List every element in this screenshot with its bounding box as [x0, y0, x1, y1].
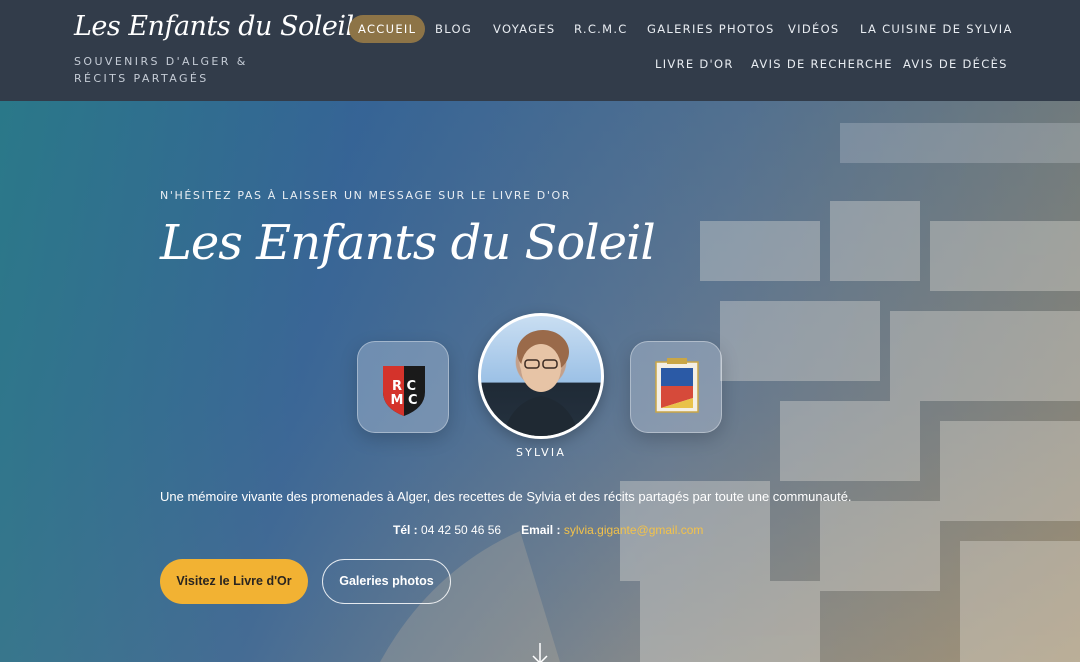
photo-galleries-button[interactable]: Galeries photos [322, 559, 451, 604]
email-link[interactable]: sylvia.gigante@gmail.com [564, 523, 704, 537]
hero-title: Les Enfants du Soleil [160, 215, 656, 271]
contact-line: Tél : 04 42 50 46 56 Email : sylvia.giga… [393, 523, 703, 537]
nav-item-cuisine-sylvia[interactable]: LA CUISINE DE SYLVIA [860, 15, 1013, 43]
avatar-sylvia [478, 313, 604, 439]
nav-item-galeries-photos[interactable]: GALERIES PHOTOS [647, 15, 775, 43]
site-tagline: SOUVENIRS D'ALGER & RÉCITS PARTAGÉS [74, 55, 248, 85]
tel-value[interactable]: 04 42 50 46 56 [421, 523, 501, 537]
hero-section: N'HÉSITEZ PAS À LAISSER UN MESSAGE SUR L… [0, 101, 1080, 662]
hero-pre-title: N'HÉSITEZ PAS À LAISSER UN MESSAGE SUR L… [160, 189, 571, 202]
nav-item-livre-dor[interactable]: LIVRE D'OR [655, 50, 734, 78]
avatar-label: SYLVIA [515, 446, 567, 459]
nav-item-voyages[interactable]: VOYAGES [493, 15, 555, 43]
portrait-icon [503, 330, 579, 436]
nav-item-avis-deces[interactable]: AVIS DE DÉCÈS [903, 50, 1008, 78]
coat-of-arms-badge-card[interactable] [630, 341, 722, 433]
nav-item-accueil[interactable]: ACCUEIL [349, 15, 426, 43]
rcmc-badge-card[interactable]: R C M C [357, 341, 449, 433]
arrow-down-icon[interactable] [530, 642, 550, 662]
nav-item-blog[interactable]: BLOG [435, 15, 472, 43]
coat-of-arms-icon [655, 358, 699, 413]
hero-intro-text: Une mémoire vivante des promenades à Alg… [160, 489, 852, 504]
site-header: Les Enfants du Soleil SOUVENIRS D'ALGER … [0, 0, 1080, 101]
nav-item-rcmc[interactable]: R.C.M.C [574, 15, 628, 43]
svg-text:R C: R C [392, 379, 416, 394]
nav-item-avis-recherche[interactable]: AVIS DE RECHERCHE [751, 50, 893, 78]
svg-text:M C: M C [390, 393, 417, 408]
tel-label: Tél : [393, 523, 418, 537]
visit-guestbook-button[interactable]: Visitez le Livre d'Or [160, 559, 308, 604]
site-logo[interactable]: Les Enfants du Soleil [74, 11, 354, 42]
email-label: Email : [521, 523, 561, 537]
nav-item-videos[interactable]: VIDÉOS [788, 15, 840, 43]
rcmc-logo-icon: R C M C [383, 366, 425, 416]
